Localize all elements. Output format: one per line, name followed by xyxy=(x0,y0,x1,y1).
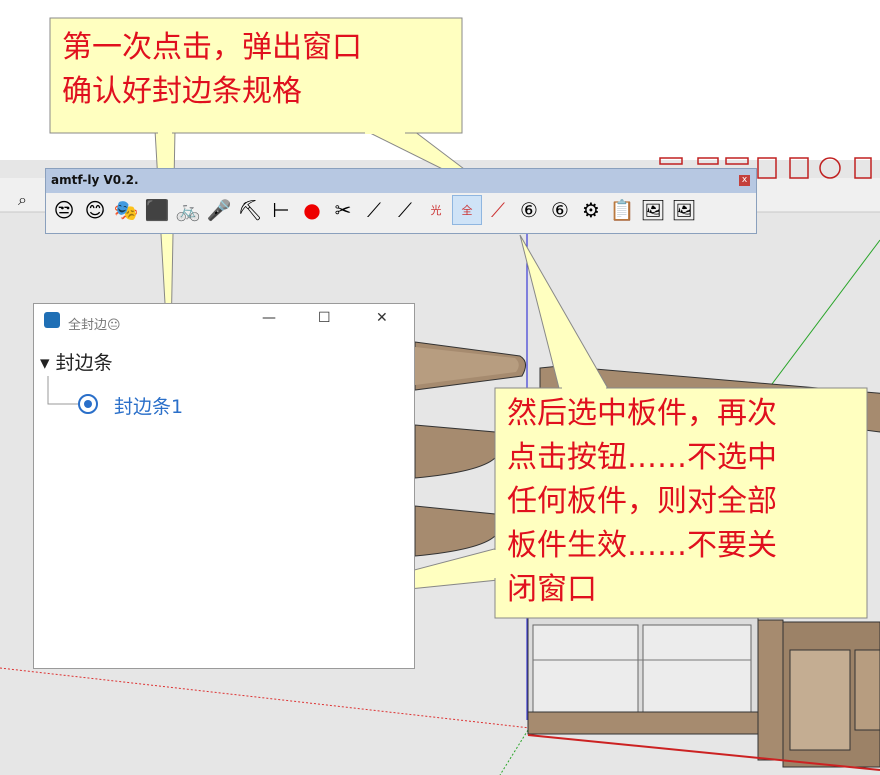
callout-right-line: 然后选中板件，再次 xyxy=(507,396,777,431)
callout-top-text: 第一次点击，弹出窗口 确认好封边条规格 xyxy=(62,26,362,114)
tree-root-edge-strip[interactable]: ▾ 封边条 xyxy=(40,348,113,375)
callout-right-line: 闭窗口 xyxy=(507,572,597,607)
tool-photo2-icon[interactable]: 🖼 xyxy=(670,196,698,224)
edge-strip-radio[interactable] xyxy=(78,394,98,414)
gear-icon[interactable]: ⚙ xyxy=(577,196,605,224)
tool-face1-icon[interactable]: 😒 xyxy=(50,196,78,224)
callout-top-line: 第一次点击，弹出窗口 xyxy=(62,30,362,65)
tool-dot-icon[interactable]: ● xyxy=(298,196,326,224)
search-icon[interactable]: ⌕ xyxy=(18,190,27,210)
app-icon xyxy=(44,312,60,328)
tree-item-edge-strip-1[interactable]: 封边条1 xyxy=(114,392,183,419)
toolbar-tools: 😒 😊 🎭 ⬛ 🚲 🎤 ⛏ ⊢ ● ✂ ⟋ ⟋ 光 全 ⟋ ⑥ ⑥ ⚙ 📋 🖼 … xyxy=(50,195,698,225)
close-button[interactable]: ✕ xyxy=(376,310,388,326)
callout-right-line: 点击按钮……不选中 xyxy=(507,440,777,475)
tool-face3-icon[interactable]: 🎭 xyxy=(112,196,140,224)
tool-edge1-icon[interactable]: ⟋ xyxy=(360,196,388,224)
callout-top-line: 确认好封边条规格 xyxy=(62,74,302,109)
edge-banding-dialog: 全封边😐 — ☐ ✕ ▾ 封边条 封边条1 xyxy=(33,303,415,669)
amtf-toolbar-window: amtf-ly V0.2. x 😒 😊 🎭 ⬛ 🚲 🎤 ⛏ ⊢ ● ✂ ⟋ ⟋ … xyxy=(45,168,757,234)
tool-face2-icon[interactable]: 😊 xyxy=(81,196,109,224)
tool-grid-icon[interactable]: ⬛ xyxy=(143,196,171,224)
tool-guang-icon[interactable]: 光 xyxy=(422,196,450,224)
clipboard-icon[interactable]: 📋 xyxy=(608,196,636,224)
tool-edge2-icon[interactable]: ⟋ xyxy=(391,196,419,224)
tool-bicycle-icon[interactable]: 🚲 xyxy=(174,196,202,224)
callout-right-line: 任何板件，则对全部 xyxy=(507,484,777,519)
tool-six1-icon[interactable]: ⑥ xyxy=(515,196,543,224)
tool-photo1-icon[interactable]: 🖼 xyxy=(639,196,667,224)
tool-eye-icon[interactable]: ⟋ xyxy=(484,196,512,224)
toolbar-titlebar[interactable]: amtf-ly V0.2. x xyxy=(46,169,756,193)
maximize-button[interactable]: ☐ xyxy=(318,310,331,326)
tool-pick-icon[interactable]: ⛏ xyxy=(236,196,264,224)
tool-quan-edge-button[interactable]: 全 xyxy=(452,195,482,225)
toolbar-close-button[interactable]: x xyxy=(739,175,750,186)
tool-bracket-icon[interactable]: ⊢ xyxy=(267,196,295,224)
tool-six2-icon[interactable]: ⑥ xyxy=(546,196,574,224)
dialog-title: 全封边😐 xyxy=(68,318,121,333)
tool-cut-icon[interactable]: ✂ xyxy=(329,196,357,224)
tool-mic-icon[interactable]: 🎤 xyxy=(205,196,233,224)
toolbar-title: amtf-ly V0.2. xyxy=(51,173,139,187)
callout-right-text: 然后选中板件，再次 点击按钮……不选中 任何板件，则对全部 板件生效……不要关 … xyxy=(507,392,777,612)
callout-right-line: 板件生效……不要关 xyxy=(507,528,777,563)
minimize-button[interactable]: — xyxy=(262,310,276,326)
